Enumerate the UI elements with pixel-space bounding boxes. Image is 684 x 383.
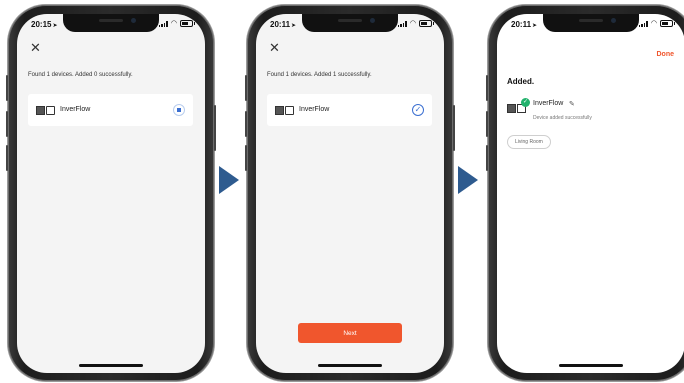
wifi-icon: ◠ <box>650 20 657 27</box>
device-card[interactable]: InverFlow ✓ <box>267 94 432 126</box>
close-icon[interactable]: ✕ <box>30 41 41 54</box>
screen-device-added: 20:11➤ ◠ ✕ Found 1 devices. Added 1 succ… <box>256 14 444 373</box>
flow-arrow <box>219 166 239 194</box>
screen-found-devices: 20:15➤ ◠ ✕ Found 1 devices. Added 0 succ… <box>17 14 205 373</box>
device-subtitle: Device added successfully <box>533 115 592 121</box>
done-button[interactable]: Done <box>657 51 675 58</box>
edit-icon[interactable]: ✎ <box>569 100 575 108</box>
location-arrow-icon: ➤ <box>52 23 58 29</box>
room-chip-living-room[interactable]: Living Room <box>507 135 551 149</box>
notch <box>63 14 159 32</box>
status-icons: ◠ <box>397 20 434 27</box>
status-time: 20:11➤ <box>270 20 297 29</box>
phone-screen-3: 20:11➤ ◠ Done Added. ✓ InverFlow ✎ Devic… <box>486 5 684 381</box>
signal-icon <box>638 20 648 27</box>
location-arrow-icon: ➤ <box>291 23 297 29</box>
scan-status-text: Found 1 devices. Added 0 successfully. <box>28 72 133 78</box>
device-icon <box>275 106 295 115</box>
device-card[interactable]: InverFlow <box>28 94 193 126</box>
close-icon[interactable]: ✕ <box>269 41 280 54</box>
status-time: 20:15➤ <box>31 20 58 29</box>
notch <box>302 14 398 32</box>
screen-added-confirmation: 20:11➤ ◠ Done Added. ✓ InverFlow ✎ Devic… <box>497 14 684 373</box>
signal-icon <box>397 20 407 27</box>
spinner-icon <box>173 104 185 116</box>
next-button[interactable]: Next <box>298 323 402 343</box>
wifi-icon: ◠ <box>170 20 177 27</box>
status-icons: ◠ <box>158 20 195 27</box>
phone-screen-1: 20:15➤ ◠ ✕ Found 1 devices. Added 0 succ… <box>6 5 216 381</box>
battery-icon <box>180 20 195 27</box>
battery-icon <box>660 20 675 27</box>
device-icon <box>36 106 56 115</box>
status-time: 20:11➤ <box>511 20 538 29</box>
home-indicator[interactable] <box>559 364 623 367</box>
scan-status-text: Found 1 devices. Added 1 successfully. <box>267 72 372 78</box>
check-icon: ✓ <box>521 98 530 107</box>
device-name: InverFlow <box>533 100 564 107</box>
page-title: Added. <box>507 77 535 86</box>
device-name: InverFlow <box>60 106 91 113</box>
flow-arrow <box>458 166 478 194</box>
home-indicator[interactable] <box>79 364 143 367</box>
home-indicator[interactable] <box>318 364 382 367</box>
status-icons: ◠ <box>638 20 675 27</box>
wifi-icon: ◠ <box>409 20 416 27</box>
device-icon: ✓ <box>507 98 530 114</box>
check-icon: ✓ <box>412 104 424 116</box>
notch <box>543 14 639 32</box>
device-name: InverFlow <box>299 106 330 113</box>
signal-icon <box>158 20 168 27</box>
battery-icon <box>419 20 434 27</box>
phone-screen-2: 20:11➤ ◠ ✕ Found 1 devices. Added 1 succ… <box>245 5 455 381</box>
location-arrow-icon: ➤ <box>532 23 538 29</box>
